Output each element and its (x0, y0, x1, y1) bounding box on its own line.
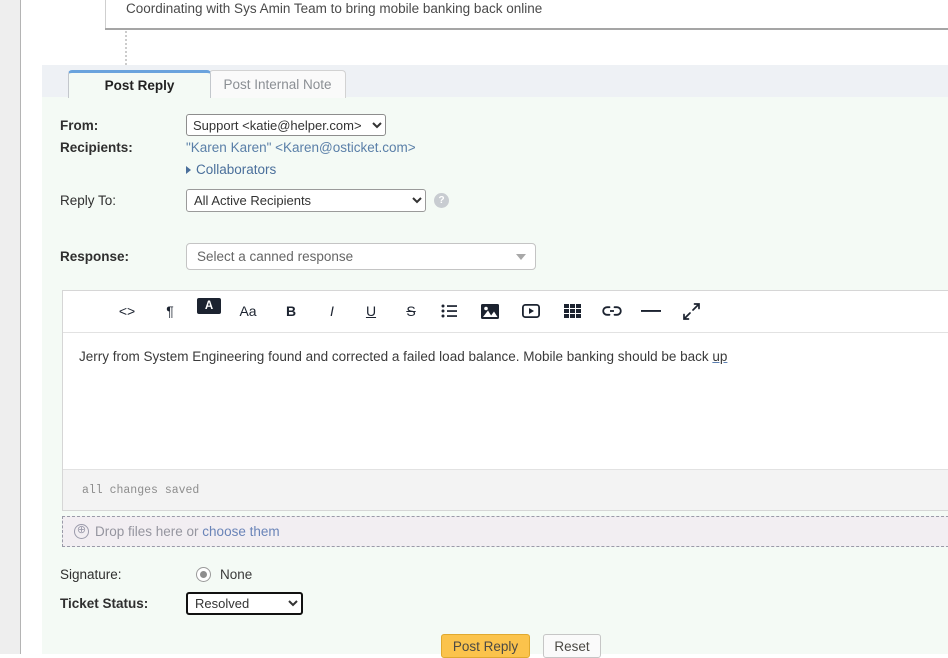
reply-body-editor[interactable]: Jerry from System Engineering found and … (63, 333, 948, 471)
signature-label: Signature: (60, 567, 122, 582)
signature-none-label: None (220, 567, 253, 582)
editor-toolbar: <> ¶ A Aa B I U S (63, 291, 948, 333)
help-icon[interactable]: ? (434, 193, 449, 208)
response-row: Response: Select a canned response (60, 243, 536, 270)
tab-post-internal-note-label: Post Internal Note (223, 77, 332, 92)
strikethrough-icon[interactable]: S (399, 298, 423, 324)
source-code-icon[interactable]: <> (115, 298, 139, 324)
from-row: From: Support <katie@helper.com> (60, 114, 386, 136)
reply-to-row: Reply To: All Active Recipients ? (60, 189, 449, 212)
collaborators-toggle[interactable]: Collaborators (186, 162, 276, 177)
from-label: From: (60, 117, 99, 133)
thread-message-text: Coordinating with Sys Amin Team to bring… (126, 1, 543, 16)
editor-footer: all changes saved (63, 469, 948, 510)
autosave-status: all changes saved (82, 483, 200, 497)
form-actions: Post Reply Reset (441, 634, 601, 658)
bold-icon[interactable]: B (279, 298, 303, 324)
add-circle-icon: ⊕ (74, 524, 89, 539)
content-column: Coordinating with Sys Amin Team to bring… (20, 0, 948, 658)
canned-response-select[interactable]: Select a canned response (186, 243, 536, 270)
reset-button[interactable]: Reset (543, 634, 601, 658)
recipients-value[interactable]: "Karen Karen" <Karen@osticket.com> (186, 140, 416, 155)
horizontal-rule-icon[interactable] (639, 298, 663, 324)
thread-divider (105, 28, 948, 30)
from-select[interactable]: Support <katie@helper.com> (186, 114, 386, 136)
tab-post-reply-label: Post Reply (104, 78, 175, 93)
reply-body-text-underlined: up (712, 349, 728, 364)
reply-editor: <> ¶ A Aa B I U S Jerry from System Engi… (62, 290, 948, 511)
insert-table-icon[interactable] (560, 298, 584, 324)
ticket-status-row: Ticket Status: Resolved (60, 592, 303, 615)
dropzone-prompt: Drop files here or (95, 524, 203, 539)
signature-row: Signature: None (60, 567, 252, 582)
tab-post-internal-note[interactable]: Post Internal Note (209, 70, 346, 98)
thread-message: Coordinating with Sys Amin Team to bring… (105, 0, 948, 28)
ticket-status-label: Ticket Status: (60, 596, 149, 611)
reply-body-text: Jerry from System Engineering found and … (79, 349, 713, 364)
insert-image-icon[interactable] (478, 298, 502, 324)
paragraph-icon[interactable]: ¶ (158, 298, 182, 324)
thread-connector-line (125, 31, 127, 65)
underline-icon[interactable]: U (359, 298, 383, 324)
signature-radio-none[interactable] (196, 567, 211, 582)
post-reply-form: From: Support <katie@helper.com> Recipie… (42, 97, 948, 658)
recipients-row: Recipients: "Karen Karen" <Karen@osticke… (60, 140, 416, 155)
chevron-down-icon (516, 253, 526, 260)
tab-post-reply[interactable]: Post Reply (68, 70, 211, 98)
dropzone-text: Drop files here or choose them (95, 524, 280, 539)
choose-files-link[interactable]: choose them (202, 524, 279, 539)
canned-response-placeholder: Select a canned response (197, 249, 354, 264)
recipients-label: Recipients: (60, 140, 133, 155)
post-reply-button[interactable]: Post Reply (441, 634, 530, 658)
italic-icon[interactable]: I (320, 298, 344, 324)
tab-strip: Post Reply Post Internal Note (42, 65, 948, 98)
expand-fullscreen-icon[interactable] (679, 298, 703, 324)
font-size-icon[interactable]: Aa (236, 298, 260, 324)
reply-to-select[interactable]: All Active Recipients (186, 189, 426, 212)
insert-video-icon[interactable] (519, 298, 543, 324)
chevron-right-icon (186, 165, 191, 174)
insert-link-icon[interactable] (600, 298, 624, 324)
reply-to-label: Reply To: (60, 193, 117, 208)
page-root: Coordinating with Sys Amin Team to bring… (0, 0, 948, 658)
ticket-status-select[interactable]: Resolved (186, 592, 303, 615)
text-color-icon[interactable]: A (197, 298, 221, 314)
bulleted-list-icon[interactable] (437, 298, 461, 324)
file-dropzone[interactable]: ⊕ Drop files here or choose them (62, 516, 948, 547)
response-label: Response: (60, 249, 130, 264)
collaborators-label: Collaborators (196, 162, 277, 177)
